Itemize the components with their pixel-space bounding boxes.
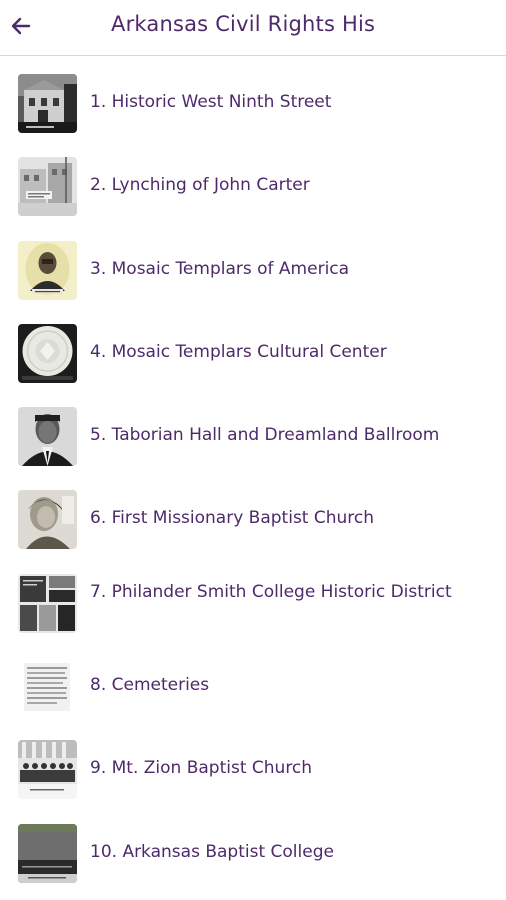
list-item[interactable]: 3. Mosaic Templars of America	[0, 229, 506, 312]
list-item-label: 8. Cemeteries	[90, 675, 210, 696]
list-item[interactable]: 9. Mt. Zion Baptist Church	[0, 728, 506, 811]
list-item[interactable]: 2. Lynching of John Carter	[0, 145, 506, 228]
portrait-photo-icon	[18, 490, 77, 550]
list-item-label: 1. Historic West Ninth Street	[90, 92, 332, 112]
building-photo-icon	[18, 823, 77, 883]
list-item[interactable]: 1. Historic West Ninth Street	[0, 62, 506, 145]
list-item[interactable]: 7. Philander Smith College Historic Dist…	[0, 562, 506, 645]
site-list: 1. Historic West Ninth Street 2. Lynchin…	[0, 62, 506, 895]
historic-building-photo-icon	[18, 74, 77, 133]
list-item[interactable]: 5. Taborian Hall and Dreamland Ballroom	[0, 395, 506, 478]
list-item-label: 5. Taborian Hall and Dreamland Ballroom	[90, 425, 440, 446]
list-item-label: 6. First Missionary Baptist Church	[90, 508, 375, 529]
list-item-label: 7. Philander Smith College Historic Dist…	[90, 581, 452, 602]
portrait-photo-icon	[18, 240, 77, 300]
arrow-left-icon	[11, 17, 31, 35]
group-photo-icon	[18, 740, 77, 800]
list-item[interactable]: 6. First Missionary Baptist Church	[0, 478, 506, 561]
document-photo-icon	[18, 657, 77, 717]
list-item[interactable]: 10. Arkansas Baptist College	[0, 812, 506, 895]
page-title: Arkansas Civil Rights His	[111, 12, 376, 36]
street-photo-icon	[18, 157, 77, 217]
list-item[interactable]: 8. Cemeteries	[0, 645, 506, 728]
list-item-label: 10. Arkansas Baptist College	[90, 841, 334, 862]
newspaper-photo-icon	[18, 573, 77, 633]
list-item-label: 3. Mosaic Templars of America	[90, 258, 350, 279]
portrait-photo-icon	[18, 407, 77, 467]
seal-photo-icon	[18, 323, 77, 383]
list-item-label: 4. Mosaic Templars Cultural Center	[90, 341, 387, 362]
app-header: Arkansas Civil Rights His	[0, 0, 506, 56]
list-item-label: 9. Mt. Zion Baptist Church	[90, 758, 313, 779]
back-button[interactable]	[6, 11, 36, 41]
list-item-label: 2. Lynching of John Carter	[90, 175, 310, 196]
list-item[interactable]: 4. Mosaic Templars Cultural Center	[0, 312, 506, 395]
